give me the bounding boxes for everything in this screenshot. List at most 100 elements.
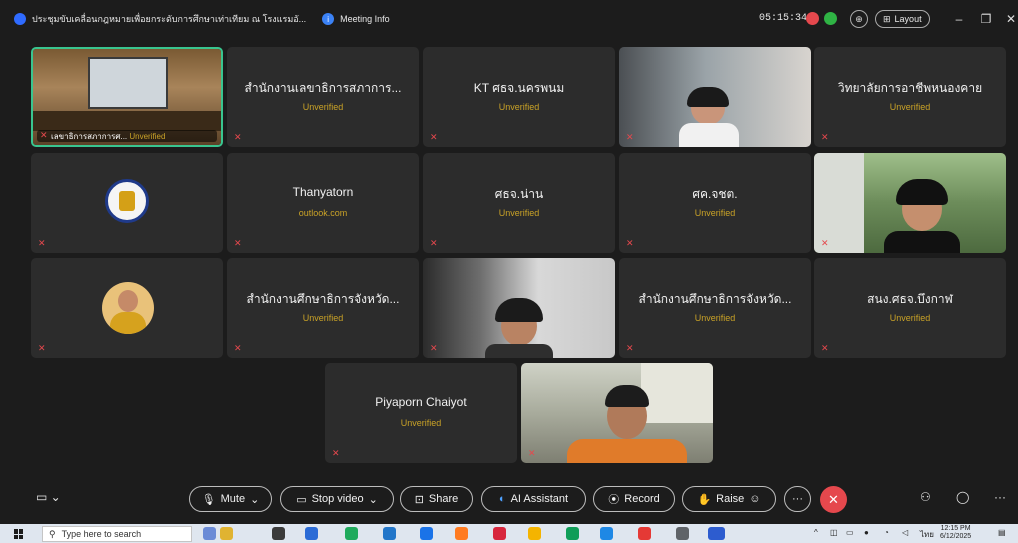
meeting-timer: 05:15:34: [759, 13, 808, 24]
participants-icon[interactable]: ⚇: [920, 490, 931, 504]
store-icon[interactable]: [383, 527, 396, 540]
zoom-icon[interactable]: ⊕: [850, 10, 868, 28]
mic-muted-icon: ✕: [626, 343, 634, 353]
record-button[interactable]: ⦿ Record: [593, 486, 675, 512]
avatar: [102, 282, 154, 334]
stop-video-label: Stop video: [311, 493, 364, 505]
participant-tile[interactable]: สำนักงานศึกษาธิการจังหวัด... Unverified …: [227, 258, 419, 358]
task-view-icon[interactable]: [272, 527, 285, 540]
participant-tile[interactable]: ✕: [31, 258, 223, 358]
taskbar-clock[interactable]: 12:15 PM 6/12/2025: [940, 525, 971, 541]
news-icon[interactable]: [220, 527, 233, 540]
participant-tile[interactable]: เลขาธิการสภาการศ... Unverified ✕: [31, 47, 223, 147]
participant-tile[interactable]: วิทยาลัยการอาชีพหนองคาย Unverified ✕: [814, 47, 1006, 147]
participant-tile[interactable]: สำนักงานเลขาธิการสภาการ... Unverified ✕: [227, 47, 419, 147]
settings-icon[interactable]: [676, 527, 689, 540]
more-panels-icon[interactable]: ···: [994, 490, 1006, 504]
meeting-window: ประชุมขับเคลื่อนกฎหมายเพื่อยกระดับการศึก…: [0, 0, 1018, 543]
layout-button[interactable]: ⊞ Layout: [875, 10, 930, 28]
participant-tile[interactable]: Piyaporn Chaiyot Unverified ✕: [325, 363, 517, 463]
share-label: Share: [428, 493, 459, 505]
windows-start-icon[interactable]: [14, 529, 24, 539]
volume-icon[interactable]: ◁: [902, 528, 908, 537]
edge-icon[interactable]: [345, 527, 358, 540]
participant-tile[interactable]: ✕: [521, 363, 713, 463]
mail-icon[interactable]: [420, 527, 433, 540]
unverified-label: Unverified: [129, 131, 166, 141]
microphone-tray-icon[interactable]: ●: [864, 528, 869, 537]
wifi-icon[interactable]: ◔: [884, 528, 889, 537]
outdoor-video: [814, 153, 1006, 253]
chat-icon[interactable]: ◯: [956, 490, 969, 504]
participant-tile[interactable]: ✕: [814, 153, 1006, 253]
captions-icon[interactable]: ▭ ⌄: [36, 490, 61, 504]
restore-icon[interactable]: ❐: [979, 12, 993, 26]
leave-meeting-button[interactable]: ✕: [820, 486, 847, 513]
mic-muted-icon: ✕: [626, 238, 634, 248]
firefox-icon[interactable]: [455, 527, 468, 540]
teams-icon[interactable]: [305, 527, 318, 540]
language-icon[interactable]: ไทย: [920, 528, 934, 541]
notification-icon[interactable]: ▤: [998, 528, 1006, 537]
pdf-icon[interactable]: [638, 527, 651, 540]
camera-icon: ▭: [296, 493, 307, 506]
minimize-icon[interactable]: –: [952, 12, 966, 26]
meeting-title: ประชุมขับเคลื่อนกฎหมายเพื่อยกระดับการศึก…: [32, 14, 307, 24]
app-red-icon[interactable]: [493, 527, 506, 540]
participant-tile[interactable]: ศค.จชต. Unverified ✕: [619, 153, 811, 253]
tray-chevron-icon[interactable]: ^: [814, 528, 818, 537]
files-icon[interactable]: [528, 527, 541, 540]
participant-tile[interactable]: ✕: [31, 153, 223, 253]
participant-tile[interactable]: ✕: [619, 47, 811, 147]
raise-hand-button[interactable]: ✋ Raise ☺: [682, 486, 776, 512]
ai-assistant-icon: ◐: [498, 493, 506, 505]
participant-tile[interactable]: สนง.ศธจ.บึงกาฬ Unverified ✕: [814, 258, 1006, 358]
more-options-button[interactable]: ···: [784, 486, 811, 512]
mic-muted-icon: ✕: [38, 238, 46, 248]
participant-tile[interactable]: Thanyatorn outlook.com ✕: [227, 153, 419, 253]
close-icon: ✕: [828, 491, 839, 507]
network-icon[interactable]: ◫: [830, 528, 838, 537]
photos-icon[interactable]: [600, 527, 613, 540]
person-shirt: [485, 344, 553, 358]
window: [641, 363, 713, 423]
close-icon[interactable]: ✕: [1004, 12, 1018, 26]
person-shirt: [884, 231, 960, 253]
meeting-info-label: Meeting Info: [340, 14, 390, 24]
share-button[interactable]: ⊡ Share: [400, 486, 473, 512]
meeting-info-button[interactable]: i Meeting Info: [322, 13, 390, 25]
chevron-down-icon: ⌄: [368, 493, 378, 506]
person-hair: [896, 179, 948, 205]
record-icon: ⦿: [608, 494, 620, 506]
participant-tile[interactable]: สำนักงานศึกษาธิการจังหวัด... Unverified …: [619, 258, 811, 358]
participant-tile[interactable]: KT ศธจ.นครพนม Unverified ✕: [423, 47, 615, 147]
stop-video-button[interactable]: ▭ Stop video ⌄: [280, 486, 394, 512]
widget-icon[interactable]: [203, 527, 216, 540]
share-screen-icon: ⊡: [414, 493, 424, 506]
participant-name: วิทยาลัยการอาชีพหนองคาย: [837, 81, 983, 95]
unverified-label: Unverified: [400, 418, 442, 428]
participant-tile[interactable]: ศธจ.น่าน Unverified ✕: [423, 153, 615, 253]
unverified-label: Unverified: [498, 208, 540, 218]
participant-name: สำนักงานเลขาธิการสภาการ...: [244, 81, 402, 95]
participant-name: สนง.ศธจ.บึงกาฬ: [867, 292, 953, 306]
chrome-icon[interactable]: [566, 527, 579, 540]
mute-label: Mute: [220, 493, 246, 505]
reactions-icon: ☺: [749, 493, 761, 505]
mic-muted-icon: ✕: [821, 238, 829, 248]
meeting-toolbar: ▭ ⌄ 🎙 Mute ⌄ ▭ Stop video ⌄ ⊡ Share ◐ AI…: [0, 486, 1018, 516]
participant-name: สำนักงานศึกษาธิการจังหวัด...: [638, 292, 792, 306]
person-shirt: [567, 439, 687, 463]
mic-muted-icon: ✕: [234, 132, 242, 142]
headset: [495, 298, 543, 322]
ai-assistant-button[interactable]: ◐ AI Assistant: [481, 486, 586, 512]
taskbar-search-input[interactable]: ⚲ Type here to search: [42, 526, 192, 542]
participant-tile[interactable]: ✕: [423, 258, 615, 358]
projector-screen: [88, 57, 168, 109]
mic-muted-icon: ✕: [528, 448, 536, 458]
mute-button[interactable]: 🎙 Mute ⌄: [189, 486, 272, 512]
webex-taskbar-icon[interactable]: [708, 527, 725, 540]
mic-muted-icon: ✕: [40, 130, 48, 140]
unverified-label: Unverified: [302, 313, 344, 323]
battery-icon[interactable]: ▭: [846, 528, 854, 537]
